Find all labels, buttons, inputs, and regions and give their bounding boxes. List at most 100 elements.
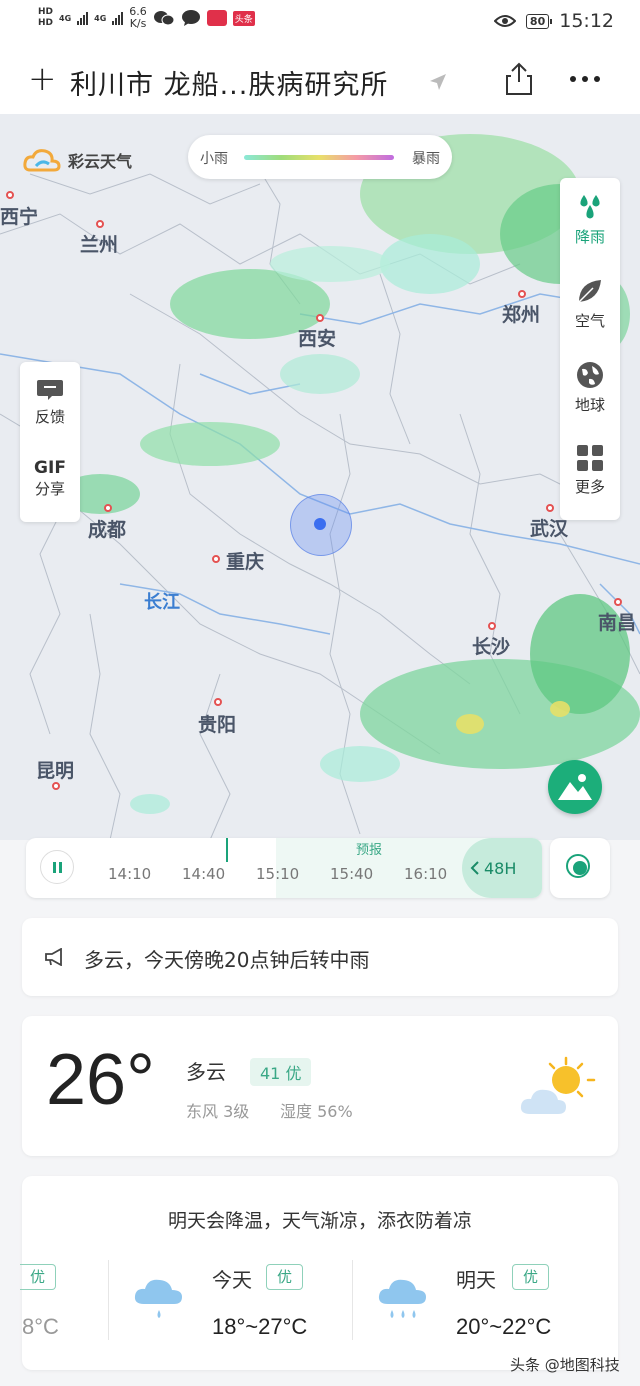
signal-icon [112,11,124,25]
chevron-left-icon [470,861,479,875]
forecast-card: 明天会降温，天气渐凉，添衣防着凉 优 8°C 今天 优 18°~27°C 明天 … [20,1176,618,1370]
city-marker [6,191,14,199]
city-label: 西宁 [0,206,39,228]
forecast-tip: 明天会降温，天气渐凉，添衣防着凉 [167,1210,472,1232]
rain-drops-icon [580,195,600,219]
city-label: 武汉 [530,518,569,540]
layer-air[interactable]: 空气 [560,276,620,331]
add-location-button[interactable]: + [28,62,57,96]
current-weather-card[interactable]: 26° 多云 41 优 东风 3级 湿度 56% [22,1016,618,1156]
network-type-1: 4G [59,13,72,23]
time-tick: 14:10 [108,865,152,883]
day-aqi-badge: 优 [512,1264,550,1290]
eye-icon [493,15,516,27]
grid-icon [577,445,603,471]
legend-max-label: 暴雨 [412,151,440,167]
time-tick: 14:40 [182,865,226,883]
timeline-cursor[interactable] [226,838,228,862]
notice-card[interactable]: 多云，今天傍晚20点钟后转中雨 [22,918,618,996]
hd-indicator: HD HD [38,7,54,28]
city-label: 长沙 [472,636,511,658]
city-label: 南昌 [598,612,637,634]
location-title[interactable]: 利川市 龙船...肤病研究所 [70,63,388,102]
leaf-icon [578,280,601,303]
network-speed: 6.6 K/s [129,5,147,30]
divider [352,1260,353,1340]
prev-day-aqi-badge: 优 [20,1264,57,1290]
aqi-badge[interactable]: 41 优 [250,1058,312,1086]
news-badge: 头条 [232,10,255,26]
city-marker [488,622,496,630]
partly-cloudy-icon [520,1056,596,1114]
city-marker [518,290,526,298]
city-label: 郑州 [502,304,541,326]
city-marker [52,782,60,790]
feedback-panel: 反馈 GIF 分享 [20,362,80,522]
weather-condition: 多云 [186,1060,226,1084]
notice-text: 多云，今天傍晚20点钟后转中雨 [84,948,370,972]
river-label: 长江 [144,592,180,613]
prev-day-range: 8°C [22,1314,59,1339]
time-tick: 15:10 [256,865,300,883]
location-arrow-icon [430,74,446,90]
city-label: 西安 [298,328,337,350]
city-marker [614,598,622,606]
legend-gradient [244,155,394,160]
wechat-icon [153,11,175,26]
feedback-button[interactable]: 反馈 [20,378,80,427]
city-marker [316,314,324,322]
city-label: 贵阳 [198,714,237,736]
precipitation-legend: 小雨 暴雨 [188,135,452,179]
signal-icon [77,11,89,25]
brand-logo: 彩云天气 [22,146,132,174]
gif-share-button[interactable]: GIF 分享 [20,458,80,499]
network-type-2: 4G [94,13,107,23]
landscape-toggle-button[interactable] [548,760,602,814]
city-label: 成都 [88,519,127,541]
layer-rain[interactable]: 降雨 [560,192,620,247]
city-label: 昆明 [36,760,75,782]
battery-indicator: 80 [525,13,553,29]
divider [108,1260,109,1340]
more-menu-icon[interactable] [570,76,600,82]
layer-panel: 降雨 空气 地球 更多 [560,178,620,520]
record-button[interactable] [550,838,610,898]
time-tick: 16:10 [404,865,448,883]
layer-globe[interactable]: 地球 [560,360,620,415]
city-marker [546,504,554,512]
moderate-rain-icon [378,1279,426,1318]
city-marker [96,220,104,228]
app-notification-icon [206,10,227,26]
forecast-label: 预报 [356,843,383,858]
wind-info: 东风 3级 [186,1102,250,1121]
pause-button[interactable] [40,850,74,884]
legend-min-label: 小雨 [200,151,228,167]
watermark: 头条 @地图科技 [510,1356,620,1374]
title-bar: + 利川市 龙船...肤病研究所 [0,44,640,114]
pause-icon [53,862,56,873]
clock: 15:12 [559,10,614,32]
feedback-icon [37,380,63,400]
day-label: 明天 [456,1268,496,1292]
day-temperature-range: 20°~22°C [456,1314,552,1339]
city-marker [104,504,112,512]
layer-more[interactable]: 更多 [560,444,620,497]
time-tick: 15:40 [330,865,374,883]
city-label: 重庆 [226,551,265,573]
cloud-logo-icon [23,149,61,172]
chat-bubble-icon [181,10,200,26]
day-label: 今天 [212,1268,252,1292]
share-icon[interactable] [504,62,534,96]
city-label: 兰州 [80,234,119,256]
status-bar: HD HD 4G 4G 6.6 K/s 头条 80 15:12 [0,0,640,44]
globe-icon [577,362,603,388]
day-temperature-range: 18°~27°C [212,1314,308,1339]
current-temperature: 26° [46,1040,155,1120]
mountain-icon [558,774,592,800]
city-marker [214,698,222,706]
range-48h-button[interactable]: 48H [462,838,542,898]
light-rain-icon [134,1279,182,1318]
radar-timeline[interactable]: 预报 14:10 14:40 15:10 15:40 16:10 48H [26,838,542,898]
day-aqi-badge: 优 [266,1264,304,1290]
current-location-dot [314,518,326,530]
